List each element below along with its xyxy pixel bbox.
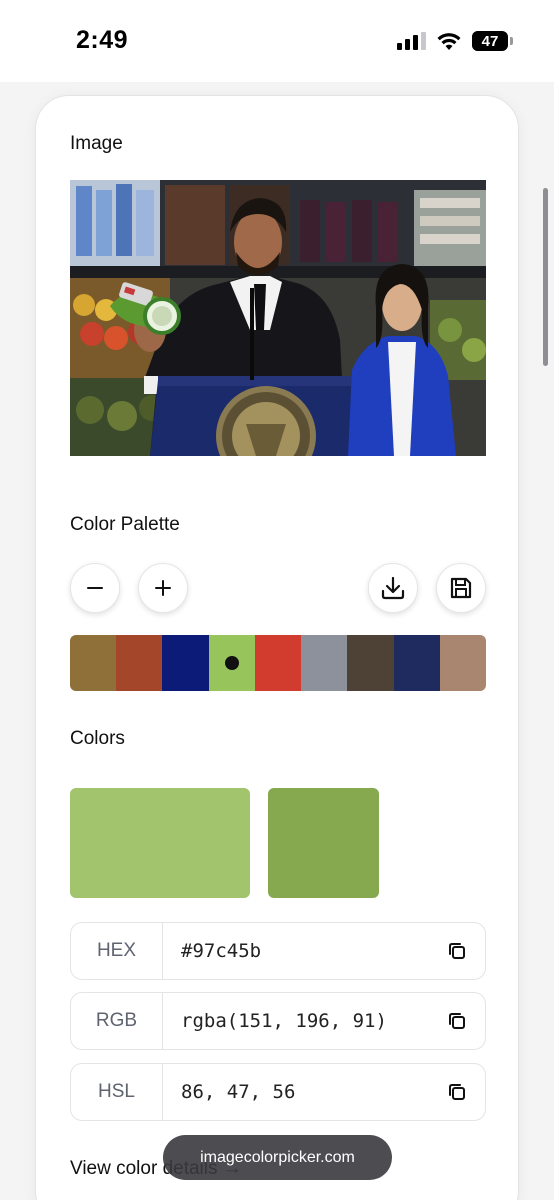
palette-swatch[interactable] (393, 635, 440, 691)
status-bar: 2:49 47 (0, 0, 554, 82)
color-picker-card: Image Color Palette Colors HEX #97c45b R… (35, 95, 519, 1200)
palette-swatch[interactable] (439, 635, 486, 691)
copy-icon (449, 943, 465, 959)
palette-swatch[interactable] (70, 635, 117, 691)
uploaded-photo (70, 180, 486, 456)
decrease-palette-button[interactable] (70, 563, 120, 613)
minus-icon (87, 587, 103, 589)
selected-swatch-indicator (224, 656, 239, 670)
increase-palette-button[interactable] (138, 563, 188, 613)
save-palette-button[interactable] (436, 563, 486, 613)
copy-hex-button[interactable] (429, 940, 485, 962)
download-palette-button[interactable] (368, 563, 418, 613)
rgb-value-row: RGB rgba(151, 196, 91) (70, 992, 486, 1050)
hex-value[interactable]: #97c45b (163, 940, 429, 962)
hex-label: HEX (71, 923, 163, 979)
palette-section-title: Color Palette (70, 514, 180, 535)
palette-swatch[interactable] (301, 635, 348, 691)
copy-icon (449, 1084, 465, 1100)
palette-swatch[interactable] (347, 635, 394, 691)
uploaded-image[interactable] (70, 180, 486, 456)
battery-level: 47 (481, 32, 499, 50)
browser-url: imagecolorpicker.com (200, 1148, 355, 1166)
status-icons: 47 (397, 28, 513, 54)
rgb-value[interactable]: rgba(151, 196, 91) (163, 1010, 429, 1032)
save-icon (450, 577, 472, 599)
copy-hsl-button[interactable] (429, 1081, 485, 1103)
colors-section-title: Colors (70, 728, 125, 749)
download-icon (381, 576, 405, 600)
image-section-title: Image (70, 133, 123, 154)
color-palette-strip (70, 635, 486, 691)
hsl-value-row: HSL 86, 47, 56 (70, 1063, 486, 1121)
palette-swatch[interactable] (254, 635, 302, 691)
copy-rgb-button[interactable] (429, 1010, 485, 1032)
color-preview-primary (70, 788, 250, 898)
wifi-icon (437, 33, 461, 50)
status-time: 2:49 (76, 26, 129, 54)
palette-swatch[interactable] (116, 635, 163, 691)
scrollbar[interactable] (543, 188, 548, 366)
hex-value-row: HEX #97c45b (70, 922, 486, 980)
cellular-signal-icon (397, 32, 426, 50)
browser-url-pill[interactable]: imagecolorpicker.com (163, 1135, 392, 1180)
palette-swatch[interactable] (208, 635, 255, 691)
battery-icon: 47 (472, 31, 513, 51)
hsl-label: HSL (71, 1064, 163, 1120)
color-preview-secondary (268, 788, 379, 898)
copy-icon (449, 1013, 465, 1029)
plus-icon (155, 580, 171, 596)
palette-swatch[interactable] (162, 635, 209, 691)
rgb-label: RGB (71, 993, 163, 1049)
hsl-value[interactable]: 86, 47, 56 (163, 1081, 429, 1103)
